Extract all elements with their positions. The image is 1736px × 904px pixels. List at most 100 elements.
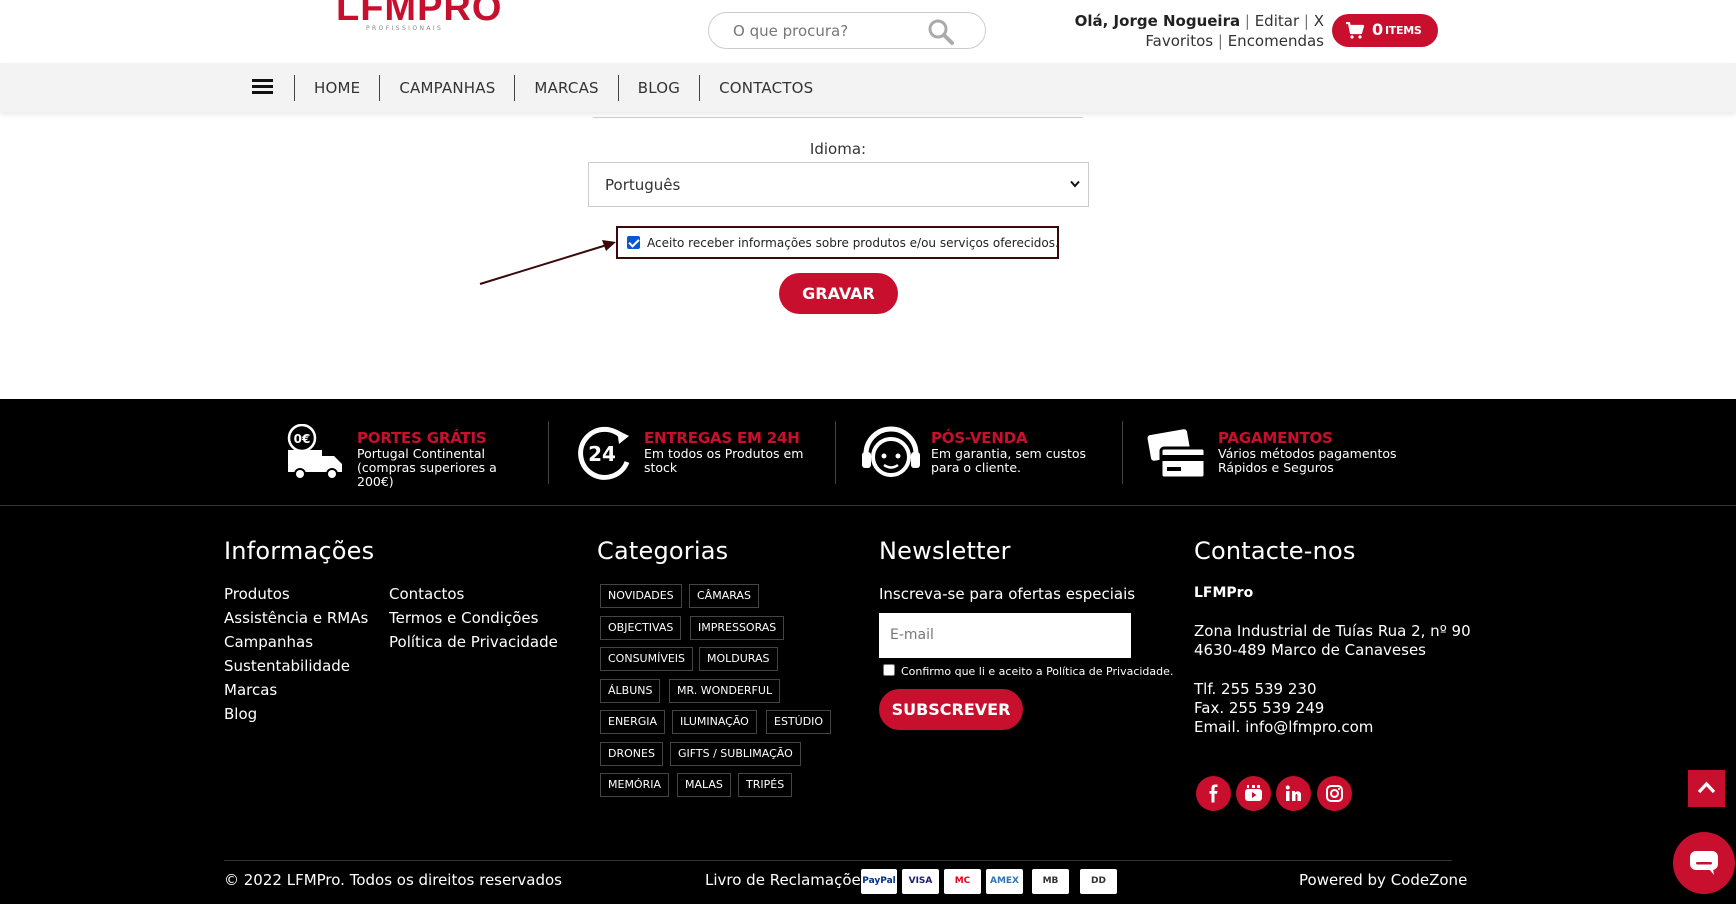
- chevron-down-icon: [1070, 180, 1080, 188]
- shopping-cart-icon: [1346, 22, 1364, 39]
- categories-title: Categorias: [597, 537, 729, 565]
- language-selected-value: Português: [605, 176, 681, 194]
- feature-desc: Em todos os Produtos em stock: [644, 446, 804, 475]
- cart-count: 0: [1372, 20, 1384, 39]
- nav-item-campanhas[interactable]: CAMPANHAS: [379, 75, 514, 101]
- category-tag[interactable]: GIFTS / SUBLIMAÇÃO: [670, 742, 801, 766]
- instagram-link[interactable]: [1317, 776, 1352, 811]
- footer-link-privacidade[interactable]: Política de Privacidade: [389, 633, 558, 651]
- footer-bottom-divider: [224, 860, 1452, 861]
- powered-by-text[interactable]: Powered by CodeZone: [1299, 871, 1467, 889]
- subscribe-button[interactable]: SUBSCREVER: [879, 689, 1023, 730]
- privacy-confirm-checkbox[interactable]: [883, 664, 895, 676]
- site-header: LFMPRO PROFISSIONAIS Olá, Jorge Nogueira…: [0, 0, 1736, 63]
- back-to-top-button[interactable]: [1688, 770, 1725, 807]
- category-tag[interactable]: MR. WONDERFUL: [669, 679, 781, 703]
- footer-link-marcas[interactable]: Marcas: [224, 681, 277, 699]
- footer-link-sustentabilidade[interactable]: Sustentabilidade: [224, 657, 350, 675]
- category-tag[interactable]: DRONES: [600, 742, 663, 766]
- user-account-area: Olá, Jorge Nogueira | Editar | X Favorit…: [1074, 12, 1324, 50]
- contact-phone: Tlf. 255 539 230: [1194, 680, 1317, 698]
- category-tag[interactable]: CONSUMÍVEIS: [600, 647, 694, 671]
- search-icon[interactable]: [927, 18, 955, 46]
- multibanco-icon: MB: [1032, 869, 1069, 894]
- youtube-icon: [1245, 785, 1262, 801]
- cart-label: ITEMS: [1385, 24, 1422, 37]
- category-tag[interactable]: NOVIDADES: [600, 584, 682, 608]
- copyright-text: © 2022 LFMPro. Todos os direitos reserva…: [224, 871, 562, 889]
- search-input[interactable]: [733, 21, 923, 41]
- nav-item-contactos[interactable]: CONTACTOS: [699, 75, 832, 101]
- feature-title: PÓS-VENDA: [931, 429, 1028, 447]
- category-tag[interactable]: CÂMARAS: [689, 584, 759, 608]
- category-tag[interactable]: TRIPÉS: [738, 773, 793, 797]
- site-footer: 0€ PORTES GRÁTIS Portugal Continental (c…: [0, 399, 1736, 904]
- nav-item-marcas[interactable]: MARCAS: [514, 75, 617, 101]
- logout-link[interactable]: X: [1314, 12, 1324, 30]
- feature-divider: [835, 421, 836, 484]
- feature-desc: Portugal Continental (compras superiores…: [357, 446, 497, 489]
- feature-divider: [548, 421, 549, 484]
- linkedin-icon: [1285, 785, 1301, 801]
- main-navigation: HOME CAMPANHAS MARCAS BLOG CONTACTOS: [0, 63, 1736, 112]
- category-tag[interactable]: ILUMINAÇÃO: [672, 710, 757, 734]
- footer-link-assistencia[interactable]: Assistência e RMAs: [224, 609, 368, 627]
- cart-button[interactable]: 0 ITEMS: [1332, 14, 1438, 47]
- youtube-link[interactable]: [1236, 776, 1271, 811]
- site-logo[interactable]: LFMPRO PROFISSIONAIS: [336, 0, 503, 38]
- menu-icon[interactable]: [252, 79, 274, 97]
- instagram-icon: [1326, 785, 1343, 802]
- nav-item-home[interactable]: HOME: [294, 75, 379, 101]
- nav-menu: HOME CAMPANHAS MARCAS BLOG CONTACTOS: [294, 75, 832, 101]
- save-button[interactable]: GRAVAR: [779, 273, 898, 314]
- category-tag[interactable]: ESTÚDIO: [766, 710, 832, 734]
- category-tag[interactable]: OBJECTIVAS: [600, 616, 682, 640]
- contact-address-line2: 4630-489 Marco de Canaveses: [1194, 641, 1426, 659]
- footer-link-produtos[interactable]: Produtos: [224, 585, 290, 603]
- footer-link-termos[interactable]: Termos e Condições: [389, 609, 538, 627]
- language-select[interactable]: Português: [588, 162, 1089, 207]
- feature-title: ENTREGAS EM 24H: [644, 429, 800, 447]
- orders-link[interactable]: Encomendas: [1228, 32, 1324, 50]
- svg-text:24: 24: [588, 442, 616, 466]
- nav-item-blog[interactable]: BLOG: [617, 75, 699, 101]
- category-tag[interactable]: ÁLBUNS: [600, 679, 661, 703]
- category-tag[interactable]: MOLDURAS: [699, 647, 778, 671]
- payment-cards-icon: [1147, 429, 1207, 480]
- amex-icon: AMEX: [986, 869, 1023, 894]
- email-placeholder: E-mail: [890, 627, 934, 643]
- edit-account-link[interactable]: Editar: [1255, 12, 1299, 30]
- newsletter-subtitle: Inscreva-se para ofertas especiais: [879, 585, 1136, 603]
- facebook-icon: [1209, 784, 1218, 803]
- language-label: Idioma:: [809, 140, 867, 158]
- footer-link-contactos[interactable]: Contactos: [389, 585, 464, 603]
- direct-debit-icon: DD: [1080, 869, 1117, 894]
- category-tag[interactable]: MALAS: [677, 773, 731, 797]
- linkedin-link[interactable]: [1276, 776, 1311, 811]
- newsletter-email-input[interactable]: E-mail: [879, 613, 1131, 658]
- category-tag[interactable]: IMPRESSORAS: [690, 616, 785, 640]
- consent-label: Aceito receber informações sobre produto…: [647, 236, 1059, 250]
- facebook-link[interactable]: [1196, 776, 1231, 811]
- svg-text:0€: 0€: [294, 432, 311, 446]
- complaints-book-link[interactable]: Livro de Reclamações: [705, 871, 869, 889]
- footer-link-blog[interactable]: Blog: [224, 705, 257, 723]
- logo-text: LFMPRO: [336, 0, 503, 29]
- category-tag[interactable]: MEMÓRIA: [600, 773, 670, 797]
- chat-button[interactable]: [1673, 832, 1735, 894]
- contact-fax: Fax. 255 539 249: [1194, 699, 1325, 717]
- contact-address-line1: Zona Industrial de Tuías Rua 2, nº 90: [1194, 622, 1471, 640]
- 24h-delivery-icon: 24: [578, 426, 630, 480]
- feature-desc: Vários métodos pagamentos Rápidos e Segu…: [1218, 446, 1397, 475]
- contact-company: LFMPro: [1194, 585, 1254, 601]
- form-divider: [593, 117, 1083, 118]
- footer-link-campanhas[interactable]: Campanhas: [224, 633, 313, 651]
- info-title: Informações: [224, 537, 375, 565]
- feature-divider: [1122, 421, 1123, 484]
- newsletter-title: Newsletter: [879, 537, 1011, 565]
- contact-email[interactable]: Email. info@lfmpro.com: [1194, 718, 1373, 736]
- favorites-link[interactable]: Favoritos: [1145, 32, 1213, 50]
- feature-title: PORTES GRÁTIS: [357, 429, 487, 447]
- feature-title: PAGAMENTOS: [1218, 429, 1333, 447]
- category-tag[interactable]: ENERGIA: [600, 710, 666, 734]
